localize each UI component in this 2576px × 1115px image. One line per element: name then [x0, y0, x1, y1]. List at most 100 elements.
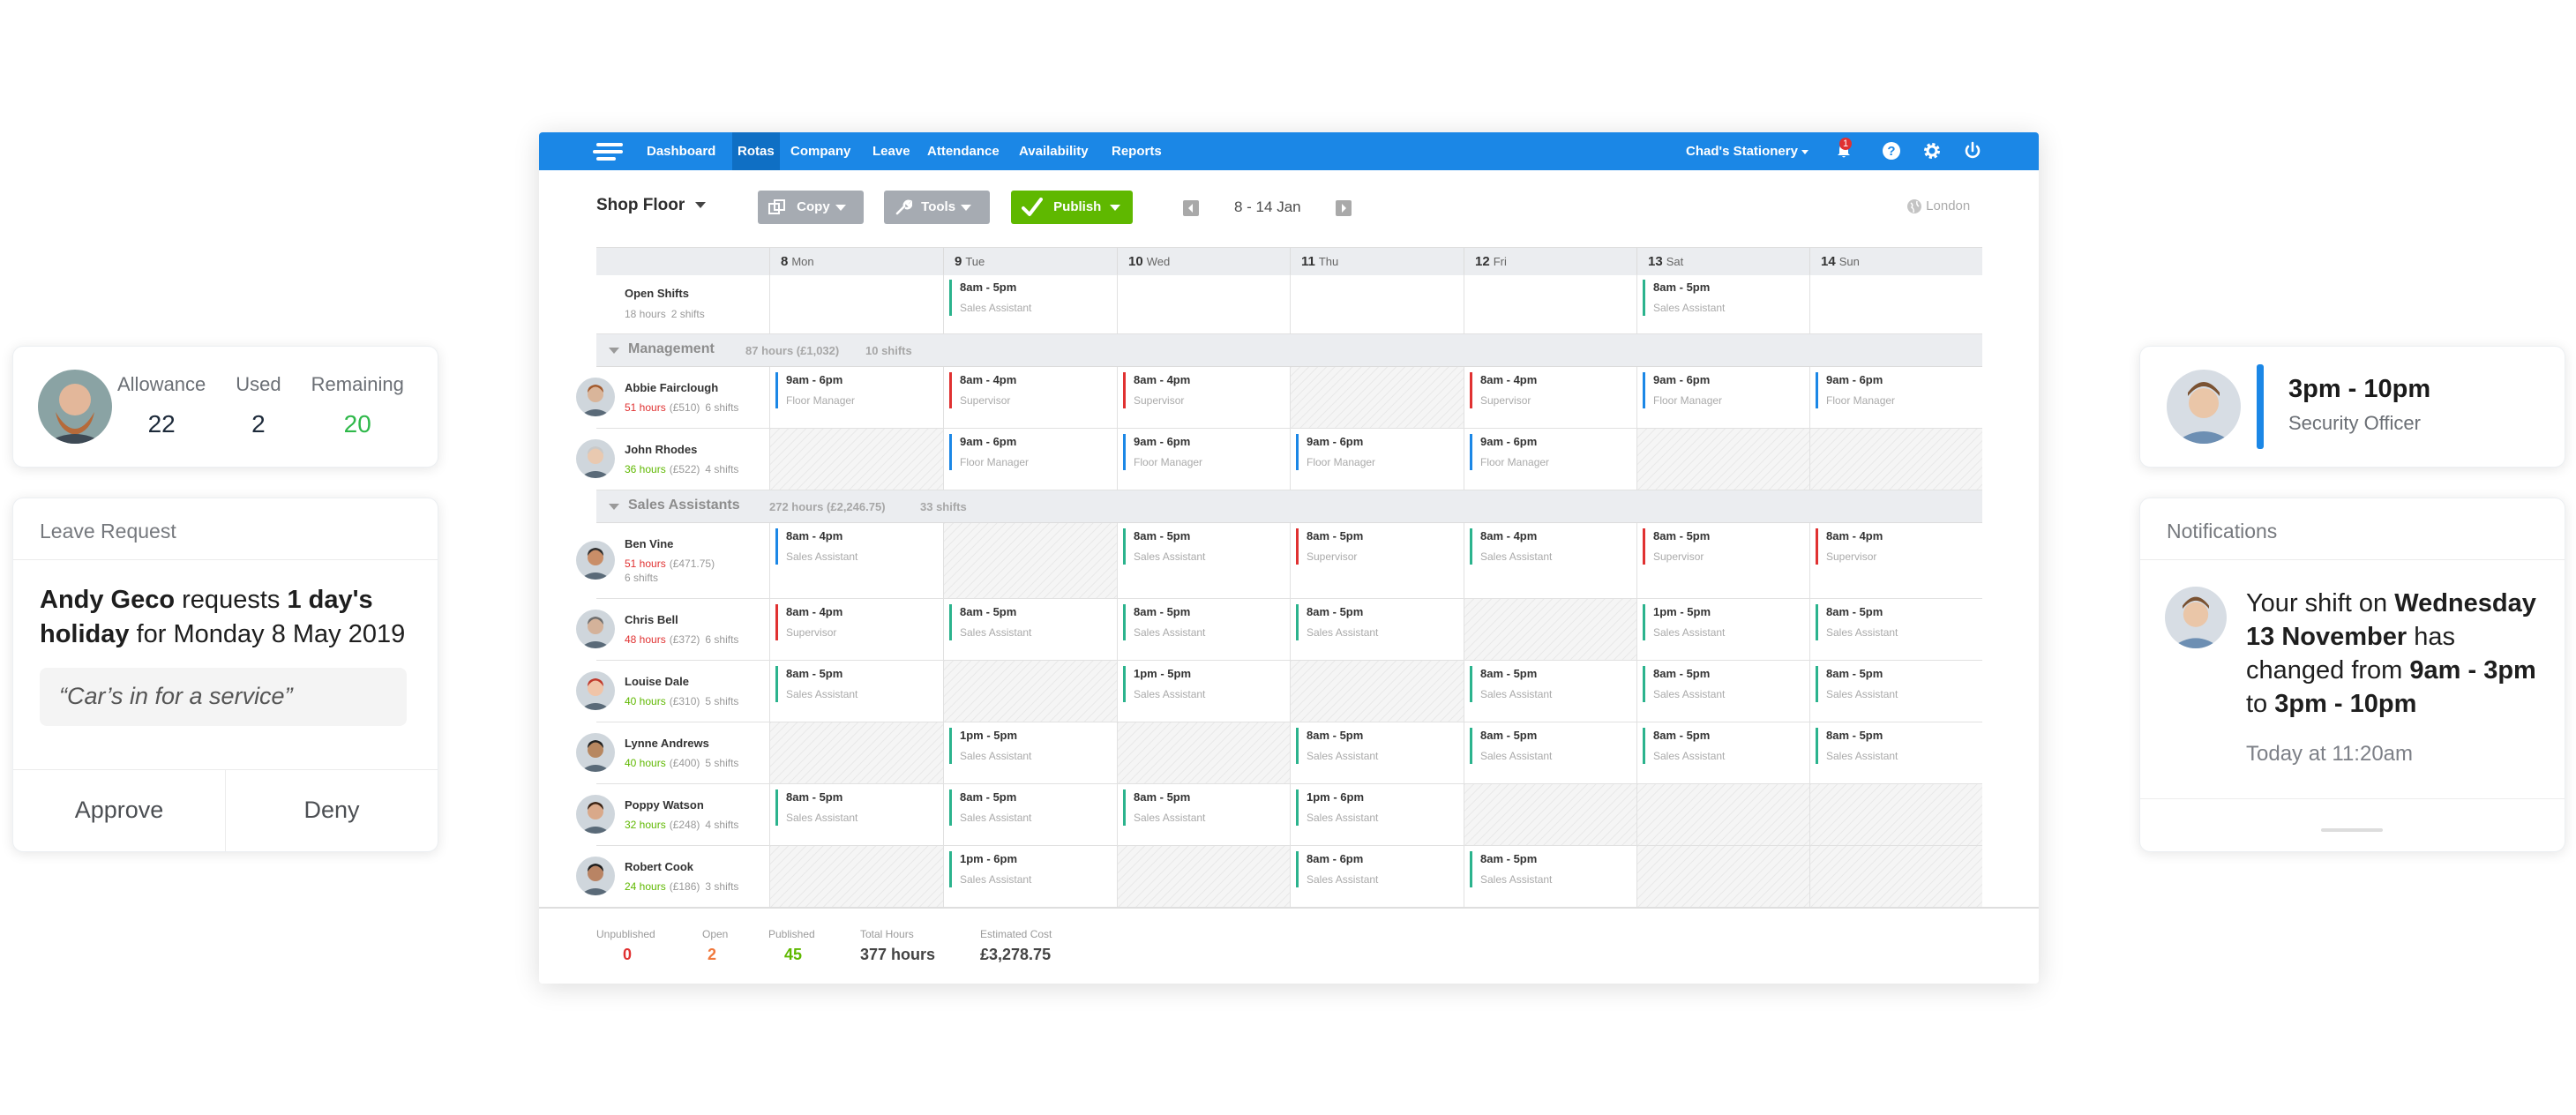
shift-block[interactable]: 8am - 4pm Supervisor [1816, 528, 1979, 565]
shift-block[interactable]: 8am - 5pm Sales Assistant [949, 280, 1113, 316]
employee-info[interactable]: Chris Bell 48 hours (£372) 6 shifts [576, 599, 768, 660]
shift-block[interactable]: 1pm - 5pm Sales Assistant [949, 728, 1113, 764]
nav-rotas[interactable]: Rotas [732, 132, 780, 170]
shift-block[interactable]: 8am - 5pm Sales Assistant [1123, 528, 1286, 565]
company-switcher[interactable]: Chad's Stationery [1686, 132, 1809, 170]
shift-block[interactable]: 9am - 6pm Floor Manager [1816, 372, 1979, 408]
shift-cell[interactable]: 8am - 5pm Sales Assistant [943, 599, 1117, 660]
group-header-management[interactable]: Management 87 hours (£1,032) 10 shifts [596, 334, 1982, 367]
nav-availability[interactable]: Availability [1014, 132, 1094, 170]
shift-cell[interactable] [769, 274, 943, 333]
shift-cell[interactable]: 8am - 5pm Sales Assistant [1290, 722, 1464, 783]
shift-block[interactable]: 9am - 6pm Floor Manager [949, 434, 1113, 470]
shift-cell[interactable] [1290, 367, 1464, 428]
shift-cell[interactable]: 9am - 6pm Floor Manager [1809, 367, 1982, 428]
shift-cell[interactable]: 8am - 5pm Sales Assistant [1117, 784, 1290, 845]
employee-info[interactable]: Ben Vine 51 hours (£471.75) 6 shifts [576, 523, 768, 598]
shift-cell[interactable] [1809, 846, 1982, 907]
shift-cell[interactable]: 1pm - 5pm Sales Assistant [1117, 661, 1290, 722]
shift-cell[interactable]: 9am - 6pm Floor Manager [1464, 429, 1636, 490]
shift-cell[interactable]: 1pm - 6pm Sales Assistant [943, 846, 1117, 907]
shift-cell[interactable]: 8am - 4pm Supervisor [1117, 367, 1290, 428]
nav-company[interactable]: Company [785, 132, 856, 170]
shift-cell[interactable] [1809, 429, 1982, 490]
timezone[interactable]: London [1906, 198, 1970, 214]
shift-block[interactable]: 8am - 5pm Sales Assistant [1643, 280, 1806, 316]
employee-info[interactable]: John Rhodes 36 hours (£522) 4 shifts [576, 429, 768, 490]
nav-leave[interactable]: Leave [867, 132, 916, 170]
shift-cell[interactable]: 8am - 5pm Sales Assistant [1117, 599, 1290, 660]
shift-cell[interactable]: 8am - 5pm Sales Assistant [1809, 599, 1982, 660]
shift-cell[interactable]: 9am - 6pm Floor Manager [1117, 429, 1290, 490]
shift-cell[interactable]: 8am - 6pm Sales Assistant [1290, 846, 1464, 907]
shift-cell[interactable] [1464, 599, 1636, 660]
shift-block[interactable]: 8am - 5pm Sales Assistant [1470, 728, 1633, 764]
shift-cell[interactable]: 8am - 5pm Sales Assistant [1464, 846, 1636, 907]
publish-button[interactable]: Publish [1011, 191, 1133, 224]
shift-block[interactable]: 9am - 6pm Floor Manager [1123, 434, 1286, 470]
shift-block[interactable]: 8am - 4pm Supervisor [1123, 372, 1286, 408]
shift-cell[interactable] [943, 661, 1117, 722]
shift-block[interactable]: 9am - 6pm Floor Manager [1470, 434, 1633, 470]
shift-cell[interactable]: 9am - 6pm Floor Manager [943, 429, 1117, 490]
next-week-button[interactable] [1336, 200, 1352, 216]
shift-cell[interactable] [1636, 846, 1809, 907]
notification-message[interactable]: Your shift on Wednesday 13 November has … [2246, 587, 2546, 721]
nav-reports[interactable]: Reports [1106, 132, 1167, 170]
shift-cell[interactable]: 8am - 5pm Sales Assistant [1636, 274, 1809, 333]
shift-cell[interactable] [1809, 784, 1982, 845]
shift-cell[interactable]: 9am - 6pm Floor Manager [769, 367, 943, 428]
shift-block[interactable]: 8am - 5pm Sales Assistant [775, 789, 940, 826]
shift-cell[interactable]: 1pm - 6pm Sales Assistant [1290, 784, 1464, 845]
shift-cell[interactable]: 8am - 4pm Supervisor [943, 367, 1117, 428]
power-icon[interactable] [1963, 141, 1982, 161]
shift-block[interactable]: 8am - 5pm Sales Assistant [949, 604, 1113, 640]
previous-week-button[interactable] [1183, 200, 1199, 216]
shift-cell[interactable] [1117, 274, 1290, 333]
employee-info[interactable]: Lynne Andrews 40 hours (£400) 5 shifts [576, 722, 768, 783]
copy-button[interactable]: Copy [758, 191, 864, 224]
shift-cell[interactable]: 8am - 5pm Supervisor [1290, 523, 1464, 598]
shift-block[interactable]: 9am - 6pm Floor Manager [1643, 372, 1806, 408]
shift-cell[interactable] [1809, 274, 1982, 333]
shift-block[interactable]: 8am - 5pm Sales Assistant [775, 666, 940, 702]
shift-cell[interactable]: 8am - 5pm Sales Assistant [1464, 661, 1636, 722]
shift-cell[interactable] [1636, 784, 1809, 845]
shift-cell[interactable]: 8am - 5pm Sales Assistant [943, 274, 1117, 333]
shift-block[interactable]: 8am - 5pm Supervisor [1296, 528, 1460, 565]
shift-block[interactable]: 8am - 5pm Sales Assistant [1470, 666, 1633, 702]
shift-cell[interactable]: 9am - 6pm Floor Manager [1636, 367, 1809, 428]
shift-cell[interactable]: 8am - 5pm Sales Assistant [1809, 722, 1982, 783]
shift-cell[interactable] [769, 846, 943, 907]
shift-block[interactable]: 1pm - 5pm Sales Assistant [1643, 604, 1806, 640]
shift-cell[interactable]: 1pm - 5pm Sales Assistant [943, 722, 1117, 783]
shift-cell[interactable]: 8am - 4pm Sales Assistant [1464, 523, 1636, 598]
shift-block[interactable]: 8am - 5pm Sales Assistant [1816, 728, 1979, 764]
shift-cell[interactable] [769, 429, 943, 490]
shift-block[interactable]: 8am - 4pm Sales Assistant [1470, 528, 1633, 565]
shift-block[interactable]: 8am - 5pm Sales Assistant [949, 789, 1113, 826]
chevron-down-icon[interactable] [609, 504, 619, 510]
location-selector[interactable]: Shop Floor [596, 196, 706, 215]
shift-cell[interactable]: 8am - 5pm Supervisor [1636, 523, 1809, 598]
shift-block[interactable]: 1pm - 5pm Sales Assistant [1123, 666, 1286, 702]
shift-cell[interactable]: 8am - 5pm Sales Assistant [769, 784, 943, 845]
shift-cell[interactable] [1117, 846, 1290, 907]
shift-cell[interactable]: 8am - 4pm Sales Assistant [769, 523, 943, 598]
shift-cell[interactable]: 8am - 4pm Supervisor [1809, 523, 1982, 598]
shift-block[interactable]: 8am - 4pm Supervisor [1470, 372, 1633, 408]
shift-block[interactable]: 8am - 5pm Sales Assistant [1643, 728, 1806, 764]
shift-block[interactable]: 1pm - 6pm Sales Assistant [1296, 789, 1460, 826]
shift-block[interactable]: 1pm - 6pm Sales Assistant [949, 851, 1113, 887]
shift-block[interactable]: 8am - 5pm Sales Assistant [1123, 604, 1286, 640]
shift-card[interactable]: 3pm - 10pm Security Officer [2139, 346, 2565, 468]
shift-block[interactable]: 8am - 5pm Sales Assistant [1296, 728, 1460, 764]
shift-cell[interactable] [1117, 722, 1290, 783]
shift-cell[interactable]: 8am - 5pm Sales Assistant [1636, 722, 1809, 783]
employee-info[interactable]: Robert Cook 24 hours (£186) 3 shifts [576, 846, 768, 907]
shift-block[interactable]: 8am - 5pm Sales Assistant [1816, 666, 1979, 702]
shift-cell[interactable] [1636, 429, 1809, 490]
shift-cell[interactable] [943, 523, 1117, 598]
group-header-sales-assistants[interactable]: Sales Assistants 272 hours (£2,246.75) 33 … [596, 490, 1982, 523]
chevron-down-icon[interactable] [609, 348, 619, 354]
